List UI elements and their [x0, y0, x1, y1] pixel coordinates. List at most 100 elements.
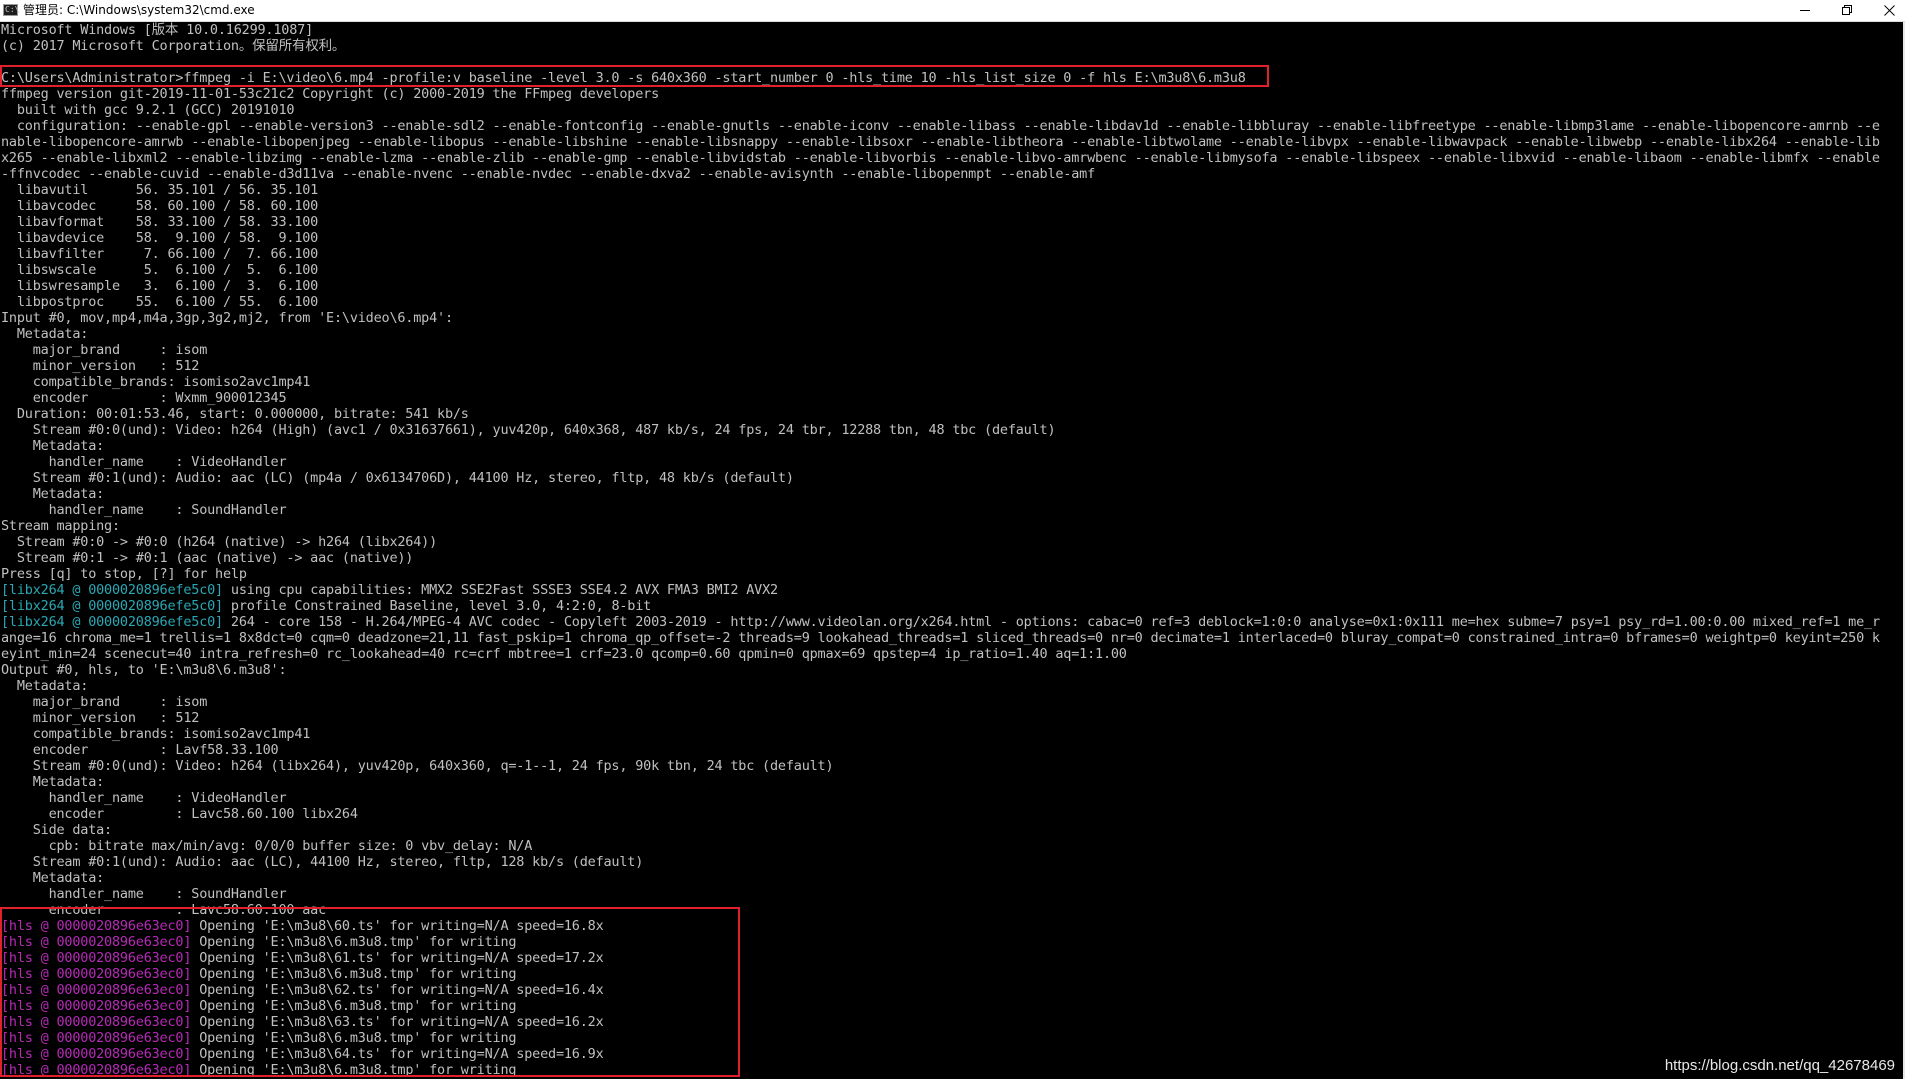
- cmd-app-icon[interactable]: C:\: [3, 4, 19, 16]
- console-line: [hls @ 0000020896e63ec0] Opening 'E:\m3u…: [1, 1046, 1880, 1062]
- console-line: cpb: bitrate max/min/avg: 0/0/0 buffer s…: [1, 838, 1880, 854]
- console-text: (c) 2017 Microsoft Corporation。保留所有权利。: [1, 38, 346, 54]
- console-text: compatible_brands: isomiso2avc1mp41: [1, 374, 311, 390]
- console-output-area[interactable]: Microsoft Windows [版本 10.0.16299.1087] (c…: [0, 22, 1905, 1079]
- console-line: x265 --enable-libxml2 --enable-libzimg -…: [1, 150, 1880, 166]
- console-line: minor_version : 512: [1, 358, 1880, 374]
- log-source-tag: [hls @ 0000020896e63ec0]: [1, 982, 192, 998]
- console-text: Opening 'E:\m3u8\6.m3u8.tmp' for writing: [191, 998, 517, 1014]
- console-text: eyint_min=24 scenecut=40 intra_refresh=0…: [1, 646, 1127, 662]
- console-line: [hls @ 0000020896e63ec0] Opening 'E:\m3u…: [1, 1030, 1880, 1046]
- console-text: Stream #0:1 -> #0:1 (aac (native) -> aac…: [1, 550, 414, 566]
- console-text: -ffnvcodec --enable-cuvid --enable-d3d11…: [1, 166, 1096, 182]
- console-text: profile Constrained Baseline, level 3.0,…: [222, 598, 652, 614]
- console-text: x265 --enable-libxml2 --enable-libzimg -…: [1, 150, 1880, 166]
- console-line: [libx264 @ 0000020896efe5c0] profile Con…: [1, 598, 1880, 614]
- console-text: libpostproc 55. 6.100 / 55. 6.100: [1, 294, 319, 310]
- console-text: handler_name : VideoHandler: [1, 454, 287, 470]
- console-line: [hls @ 0000020896e63ec0] Opening 'E:\m3u…: [1, 966, 1880, 982]
- console-line: [hls @ 0000020896e63ec0] Opening 'E:\m3u…: [1, 950, 1880, 966]
- console-line: [hls @ 0000020896e63ec0] Opening 'E:\m3u…: [1, 918, 1880, 934]
- console-text: libavdevice 58. 9.100 / 58. 9.100: [1, 230, 319, 246]
- close-button[interactable]: [1866, 0, 1905, 21]
- console-text: nable-libopencore-amrwb --enable-libopen…: [1, 134, 1880, 150]
- console-text: libavcodec 58. 60.100 / 58. 60.100: [1, 198, 319, 214]
- console-line: Metadata:: [1, 486, 1880, 502]
- console-line: libswscale 5. 6.100 / 5. 6.100: [1, 262, 1880, 278]
- console-line: Duration: 00:01:53.46, start: 0.000000, …: [1, 406, 1880, 422]
- console-line: Microsoft Windows [版本 10.0.16299.1087]: [1, 22, 1880, 38]
- console-line: libavformat 58. 33.100 / 58. 33.100: [1, 214, 1880, 230]
- console-text: C:\Users\Administrator>ffmpeg -i E:\vide…: [1, 70, 1246, 86]
- console-line: [libx264 @ 0000020896efe5c0] 264 - core …: [1, 614, 1880, 630]
- console-text: Stream #0:1(und): Audio: aac (LC), 44100…: [1, 854, 644, 870]
- close-icon: [1884, 5, 1895, 16]
- console-line: [hls @ 0000020896e63ec0] Opening 'E:\m3u…: [1, 934, 1880, 950]
- console-line: Stream #0:1 -> #0:1 (aac (native) -> aac…: [1, 550, 1880, 566]
- console-text: using cpu capabilities: MMX2 SSE2Fast SS…: [222, 582, 778, 598]
- window-title: 管理员: C:\Windows\system32\cmd.exe: [23, 3, 255, 17]
- console-text: Metadata:: [1, 438, 105, 454]
- log-source-tag: [hls @ 0000020896e63ec0]: [1, 966, 192, 982]
- console-text: Opening 'E:\m3u8\6.m3u8.tmp' for writing: [191, 966, 517, 982]
- console-text: handler_name : VideoHandler: [1, 790, 287, 806]
- restore-icon: [1842, 5, 1852, 15]
- console-text: cpb: bitrate max/min/avg: 0/0/0 buffer s…: [1, 838, 533, 854]
- console-line: handler_name : VideoHandler: [1, 454, 1880, 470]
- console-line: major_brand : isom: [1, 342, 1880, 358]
- console-text: Metadata:: [1, 678, 89, 694]
- console-line: configuration: --enable-gpl --enable-ver…: [1, 118, 1880, 134]
- console-text: Metadata:: [1, 326, 89, 342]
- restore-button[interactable]: [1824, 0, 1870, 21]
- console-line: encoder : Wxmm_900012345: [1, 390, 1880, 406]
- console-line: Stream mapping:: [1, 518, 1880, 534]
- console-line: C:\Users\Administrator>ffmpeg -i E:\vide…: [1, 70, 1880, 86]
- console-line: Stream #0:0 -> #0:0 (h264 (native) -> h2…: [1, 534, 1880, 550]
- console-line: Stream #0:0(und): Video: h264 (High) (av…: [1, 422, 1880, 438]
- log-source-tag: [hls @ 0000020896e63ec0]: [1, 998, 192, 1014]
- console-line: handler_name : VideoHandler: [1, 790, 1880, 806]
- console-line: libavutil 56. 35.101 / 56. 35.101: [1, 182, 1880, 198]
- console-text: Opening 'E:\m3u8\6.m3u8.tmp' for writing: [191, 1062, 517, 1078]
- console-line: Press [q] to stop, [?] for help: [1, 566, 1880, 582]
- console-line: Stream #0:1(und): Audio: aac (LC) (mp4a …: [1, 470, 1880, 486]
- console-line: libavcodec 58. 60.100 / 58. 60.100: [1, 198, 1880, 214]
- console-text: ffmpeg version git-2019-11-01-53c21c2 Co…: [1, 86, 659, 102]
- log-source-tag: [libx264 @ 0000020896efe5c0]: [1, 598, 223, 614]
- console-line: handler_name : SoundHandler: [1, 886, 1880, 902]
- console-line: ffmpeg version git-2019-11-01-53c21c2 Co…: [1, 86, 1880, 102]
- console-text: Opening 'E:\m3u8\6.m3u8.tmp' for writing: [191, 1030, 517, 1046]
- console-text: Duration: 00:01:53.46, start: 0.000000, …: [1, 406, 469, 422]
- console-line: Metadata:: [1, 678, 1880, 694]
- console-text: libavformat 58. 33.100 / 58. 33.100: [1, 214, 319, 230]
- console-text: handler_name : SoundHandler: [1, 886, 287, 902]
- console-line: Metadata:: [1, 774, 1880, 790]
- console-text: handler_name : SoundHandler: [1, 502, 287, 518]
- console-line: minor_version : 512: [1, 710, 1880, 726]
- console-text: ange=16 chroma_me=1 trellis=1 8x8dct=0 c…: [1, 630, 1880, 646]
- console-text: Stream #0:0 -> #0:0 (h264 (native) -> h2…: [1, 534, 438, 550]
- log-source-tag: [hls @ 0000020896e63ec0]: [1, 1062, 192, 1078]
- console-line: Input #0, mov,mp4,m4a,3gp,3g2,mj2, from …: [1, 310, 1880, 326]
- console-text: Metadata:: [1, 774, 105, 790]
- console-text: encoder : Lavc58.60.100 libx264: [1, 806, 358, 822]
- console-line: built with gcc 9.2.1 (GCC) 20191010: [1, 102, 1880, 118]
- console-line: [hls @ 0000020896e63ec0] Opening 'E:\m3u…: [1, 998, 1880, 1014]
- console-text: Stream #0:1(und): Audio: aac (LC) (mp4a …: [1, 470, 794, 486]
- console-text: libavfilter 7. 66.100 / 7. 66.100: [1, 246, 319, 262]
- console-text: encoder : Wxmm_900012345: [1, 390, 287, 406]
- console-text: built with gcc 9.2.1 (GCC) 20191010: [1, 102, 295, 118]
- console-text: libavutil 56. 35.101 / 56. 35.101: [1, 182, 319, 198]
- console-text: configuration: --enable-gpl --enable-ver…: [1, 118, 1880, 134]
- console-line: Output #0, hls, to 'E:\m3u8\6.m3u8':: [1, 662, 1880, 678]
- log-source-tag: [libx264 @ 0000020896efe5c0]: [1, 582, 223, 598]
- console-text: Opening 'E:\m3u8\61.ts' for writing=N/A …: [191, 950, 604, 966]
- console-text: major_brand : isom: [1, 342, 208, 358]
- console-text: Opening 'E:\m3u8\60.ts' for writing=N/A …: [191, 918, 604, 934]
- console-line: eyint_min=24 scenecut=40 intra_refresh=0…: [1, 646, 1880, 662]
- minimize-button[interactable]: [1782, 0, 1828, 21]
- window-titlebar[interactable]: C:\ 管理员: C:\Windows\system32\cmd.exe: [0, 0, 1905, 22]
- console-text: Input #0, mov,mp4,m4a,3gp,3g2,mj2, from …: [1, 310, 453, 326]
- console-text: minor_version : 512: [1, 710, 200, 726]
- console-text: Side data:: [1, 822, 112, 838]
